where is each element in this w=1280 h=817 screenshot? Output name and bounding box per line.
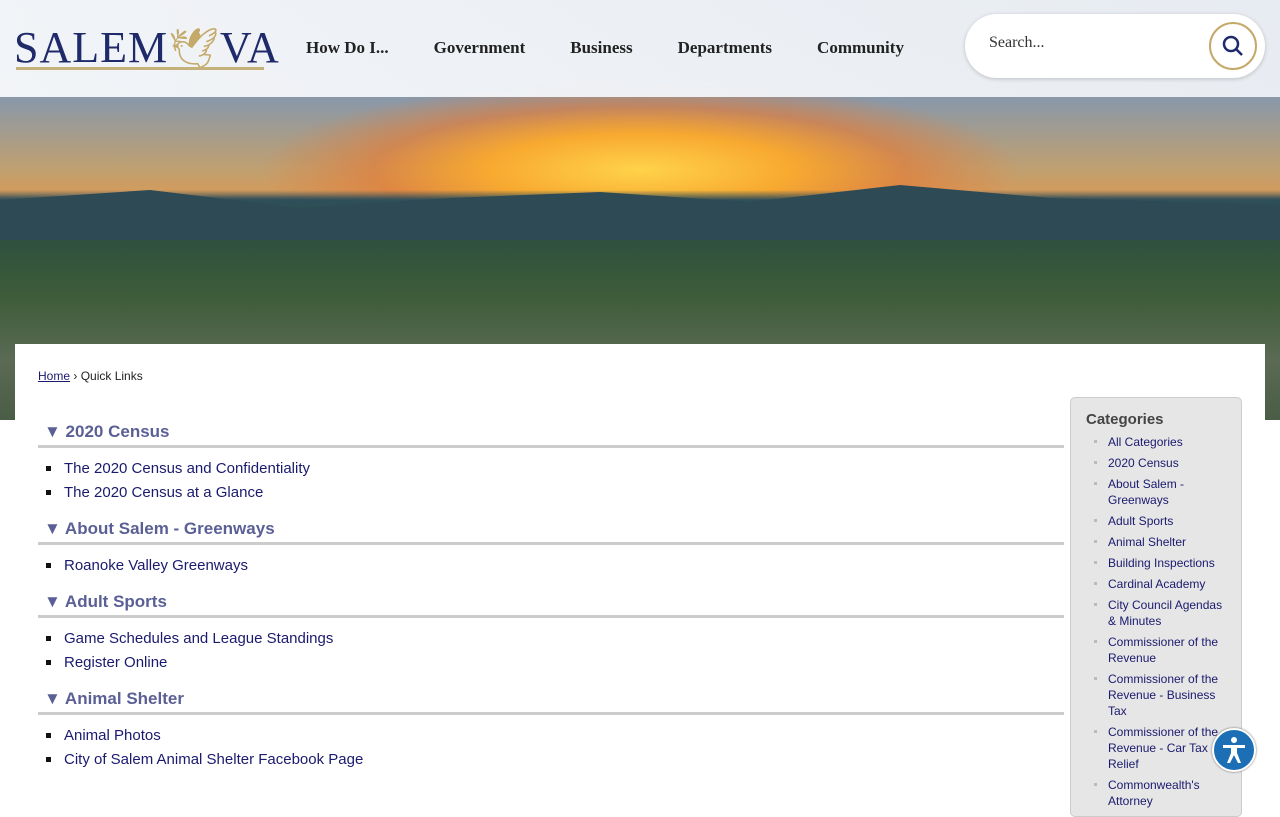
quick-link[interactable]: Animal Photos (46, 727, 1064, 744)
section-heading[interactable]: ▼ About Salem - Greenways (38, 519, 1064, 545)
category-link[interactable]: Commissioner of the Revenue - Car Tax Re… (1094, 724, 1231, 772)
quick-link[interactable]: The 2020 Census at a Glance (46, 484, 1064, 501)
site-header: SALEM🕊VA How Do I... Government Business… (0, 0, 1280, 97)
category-link[interactable]: Animal Shelter (1094, 534, 1231, 550)
main-nav: How Do I... Government Business Departme… (306, 38, 949, 58)
category-link[interactable]: Commissioner of the Revenue - Business T… (1094, 671, 1231, 719)
nav-departments[interactable]: Departments (678, 38, 772, 58)
category-link[interactable]: Adult Sports (1094, 513, 1231, 529)
section-heading[interactable]: ▼ 2020 Census (38, 422, 1064, 448)
category-link[interactable]: 2020 Census (1094, 455, 1231, 471)
section-heading[interactable]: ▼ Adult Sports (38, 592, 1064, 618)
nav-government[interactable]: Government (434, 38, 526, 58)
search-box (965, 14, 1265, 78)
search-icon (1222, 35, 1243, 56)
quick-link[interactable]: The 2020 Census and Confidentiality (46, 460, 1064, 477)
category-link[interactable]: About Salem - Greenways (1094, 476, 1231, 508)
nav-how-do-i[interactable]: How Do I... (306, 38, 389, 58)
section-2020-census: ▼ 2020 Census The 2020 Census and Confide… (38, 422, 1064, 501)
category-link[interactable]: Commissioner of the Revenue (1094, 634, 1231, 666)
categories-title: Categories (1086, 411, 1164, 428)
quick-link[interactable]: Roanoke Valley Greenways (46, 557, 1064, 574)
section-greenways: ▼ About Salem - Greenways Roanoke Valley … (38, 519, 1064, 574)
category-link[interactable]: All Categories (1094, 434, 1231, 450)
category-link[interactable]: Commonwealth's Attorney (1094, 777, 1231, 809)
search-button[interactable] (1209, 22, 1257, 70)
quick-links-list: ▼ 2020 Census The 2020 Census and Confide… (38, 422, 1064, 786)
main-content: Home › Quick Links ▼ 2020 Census The 2020… (15, 344, 1265, 817)
quick-link[interactable]: Game Schedules and League Standings (46, 630, 1064, 647)
nav-business[interactable]: Business (570, 38, 632, 58)
quick-link[interactable]: City of Salem Animal Shelter Facebook Pa… (46, 751, 1064, 768)
category-link[interactable]: Building Inspections (1094, 555, 1231, 571)
section-adult-sports: ▼ Adult Sports Game Schedules and League … (38, 592, 1064, 671)
section-heading[interactable]: ▼ Animal Shelter (38, 689, 1064, 715)
breadcrumb-separator: › (73, 369, 78, 383)
logo-underline (16, 67, 264, 70)
accessibility-button[interactable] (1212, 728, 1256, 772)
eagle-icon: 🕊 (168, 26, 220, 71)
search-input[interactable] (989, 34, 1169, 52)
breadcrumb-home[interactable]: Home (38, 369, 70, 383)
breadcrumb: Home › Quick Links (38, 369, 143, 383)
section-animal-shelter: ▼ Animal Shelter Animal Photos City of Sal… (38, 689, 1064, 768)
breadcrumb-current: Quick Links (80, 369, 143, 383)
nav-community[interactable]: Community (817, 38, 904, 58)
category-link[interactable]: City Council Agendas & Minutes (1094, 597, 1231, 629)
category-link[interactable]: Cardinal Academy (1094, 576, 1231, 592)
logo[interactable]: SALEM🕊VA (14, 22, 280, 73)
accessibility-icon (1223, 737, 1245, 763)
quick-link[interactable]: Register Online (46, 654, 1064, 671)
